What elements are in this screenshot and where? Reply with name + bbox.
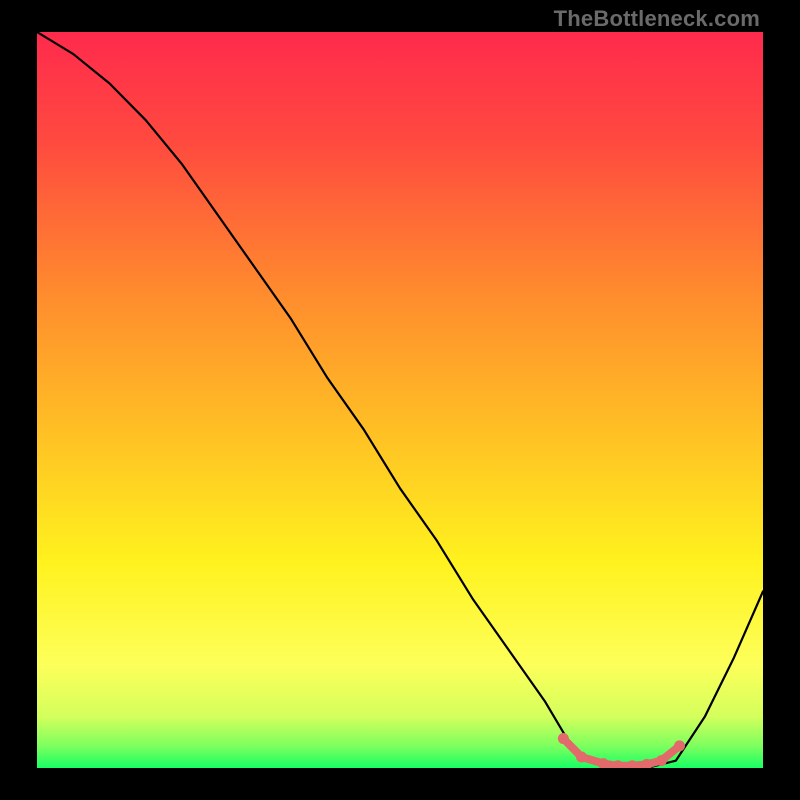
- optimal-point: [558, 733, 569, 744]
- watermark-label: TheBottleneck.com: [554, 6, 760, 32]
- optimal-point: [674, 740, 685, 751]
- chart-svg: [37, 32, 763, 768]
- gradient-background: [37, 32, 763, 768]
- optimal-point: [656, 755, 667, 766]
- outer-frame: TheBottleneck.com: [0, 0, 800, 800]
- optimal-point: [576, 751, 587, 762]
- chart-plot-area: [37, 32, 763, 768]
